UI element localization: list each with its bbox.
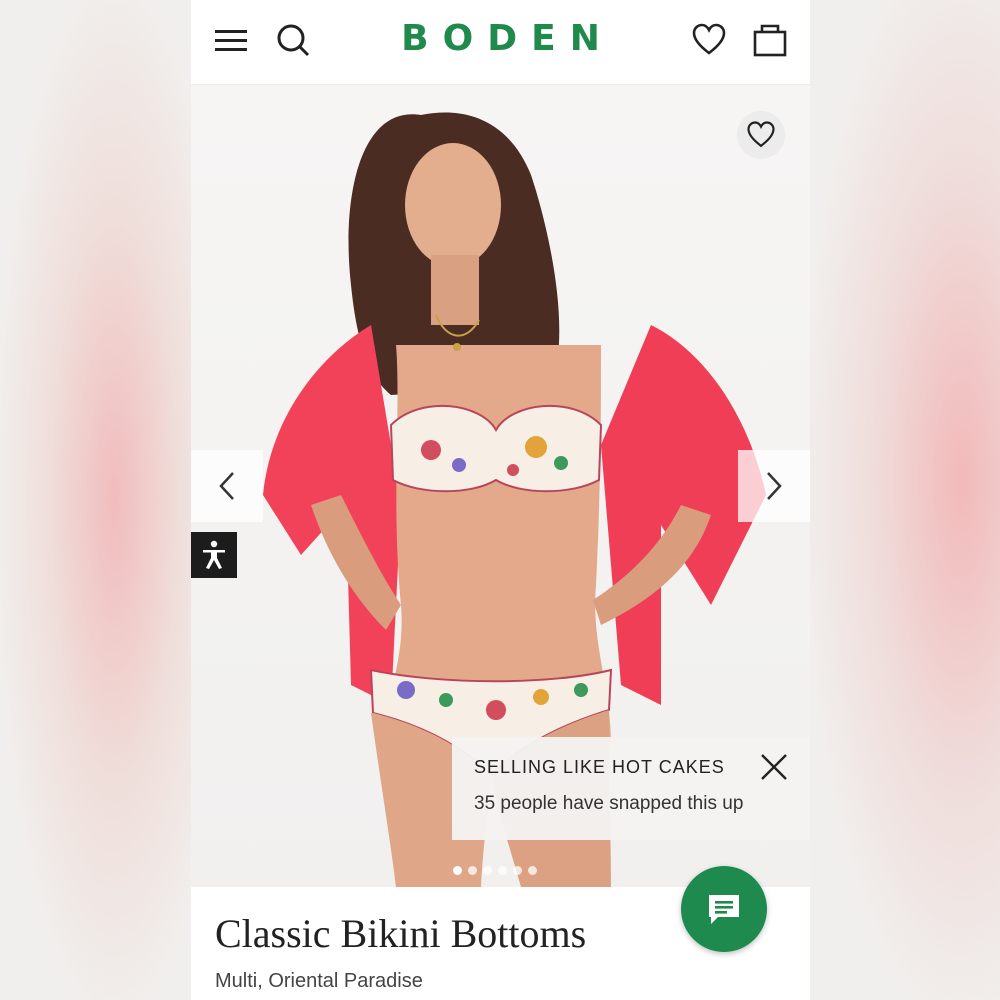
live-chat-button[interactable] xyxy=(681,866,767,952)
mobile-page: BODEN SELLING LIKE HOT CAKES 35 people h… xyxy=(191,0,810,1000)
add-to-wishlist-button[interactable] xyxy=(737,111,785,159)
carousel-indicator xyxy=(453,866,537,875)
popup-text: 35 people have snapped this up xyxy=(474,793,744,814)
next-image-button[interactable] xyxy=(738,450,810,522)
chat-bubble-icon xyxy=(709,895,739,924)
carousel-dot[interactable] xyxy=(528,866,537,875)
chevron-right-icon xyxy=(767,472,782,500)
product-colour: Multi, Oriental Paradise xyxy=(215,970,423,992)
previous-image-button[interactable] xyxy=(191,450,263,522)
product-title: Classic Bikini Bottoms xyxy=(215,911,587,956)
carousel-dot[interactable] xyxy=(498,866,507,875)
site-header: BODEN xyxy=(191,0,810,85)
heart-icon[interactable] xyxy=(691,22,727,58)
accessibility-icon xyxy=(203,540,225,569)
background-left xyxy=(0,0,191,1000)
carousel-dot[interactable] xyxy=(453,866,462,875)
carousel-dot[interactable] xyxy=(513,866,522,875)
carousel-dot[interactable] xyxy=(468,866,477,875)
carousel-dot[interactable] xyxy=(483,866,492,875)
heart-icon xyxy=(747,121,775,148)
chevron-left-icon xyxy=(219,472,234,500)
bag-icon[interactable] xyxy=(752,22,788,58)
popup-title: SELLING LIKE HOT CAKES xyxy=(474,757,725,777)
close-icon[interactable] xyxy=(758,751,790,783)
accessibility-button[interactable] xyxy=(191,532,237,578)
social-proof-popup: SELLING LIKE HOT CAKES 35 people have sn… xyxy=(452,737,810,840)
background-right xyxy=(810,0,1000,1000)
